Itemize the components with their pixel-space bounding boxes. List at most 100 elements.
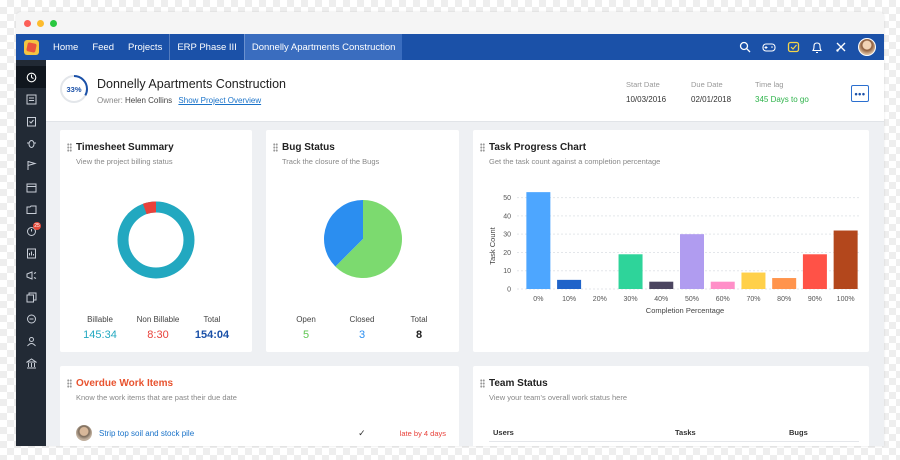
bar-100pct[interactable] [833, 230, 858, 289]
bugs-column-header[interactable]: Bugs [789, 428, 808, 437]
documents-icon[interactable] [16, 198, 46, 220]
x-tick-label: 20% [593, 296, 607, 303]
users-column-header[interactable]: Users [493, 428, 514, 437]
timesheet-total-value: 154:04 [194, 329, 230, 341]
bank-icon[interactable] [16, 352, 46, 374]
tasks-column-header[interactable]: Tasks [675, 428, 696, 437]
owner-name: Helen Collins [125, 96, 173, 105]
bar-60pct[interactable] [710, 281, 735, 289]
drag-handle-icon[interactable] [480, 143, 485, 152]
total-bugs-value: 8 [415, 329, 423, 341]
drag-handle-icon[interactable] [67, 143, 72, 152]
y-axis-label: Task Count [488, 226, 497, 264]
gamepad-icon[interactable] [762, 40, 776, 54]
bar-90pct[interactable] [802, 254, 827, 289]
search-icon[interactable] [738, 40, 752, 54]
bell-icon[interactable] [810, 40, 824, 54]
users-icon[interactable] [16, 330, 46, 352]
notification-badge: 25 [33, 222, 41, 230]
bar-50pct[interactable] [680, 234, 704, 289]
main-content: 33% Donnelly Apartments Construction Own… [46, 60, 884, 446]
x-tick-label: 10% [562, 296, 576, 303]
non-billable-value: 8:30 [147, 329, 169, 341]
bug-status-subtitle: Track the closure of the Bugs [282, 157, 380, 166]
due-date-label: Due Date [691, 80, 723, 89]
nav-projects[interactable]: Projects [121, 34, 169, 60]
overdue-subtitle: Know the work items that are past their … [76, 393, 237, 402]
nav-feed[interactable]: Feed [85, 34, 121, 60]
drag-handle-icon[interactable] [273, 143, 278, 152]
user-avatar[interactable] [858, 38, 876, 56]
calendar-icon[interactable] [16, 176, 46, 198]
project-header: 33% Donnelly Apartments Construction Own… [46, 60, 884, 122]
bar-40pct[interactable] [649, 281, 674, 289]
due-date: Due Date 02/01/2018 [691, 80, 731, 104]
closed-bugs-value: 3 [358, 329, 366, 341]
nav-tab-erp-phase-iii[interactable]: ERP Phase III [169, 34, 244, 60]
overdue-list-item[interactable]: Strip top soil and stock pile ✓ late by … [76, 422, 446, 444]
list-icon[interactable] [16, 88, 46, 110]
tasks-icon[interactable] [16, 110, 46, 132]
reports-icon[interactable] [16, 242, 46, 264]
dashboard-icon[interactable] [16, 66, 46, 88]
nav-home[interactable]: Home [46, 34, 85, 60]
bar-80pct[interactable] [772, 278, 797, 289]
timesheet-icon[interactable]: 25 [16, 220, 46, 242]
task-progress-bar-chart: 0 10 20 30 40 50 0% 10% 20% 30% 40% 50% 60% 70% 80% 90%… [488, 192, 861, 315]
y-tick-label: 20 [503, 250, 511, 257]
bug-status-title: Bug Status [282, 142, 335, 153]
start-date: Start Date 10/03/2016 [626, 80, 666, 104]
app-logo[interactable] [16, 34, 46, 60]
x-tick-label: 30% [624, 296, 638, 303]
left-sidebar: 25 [16, 60, 46, 446]
owner-label: Owner: [97, 96, 123, 105]
start-date-value: 10/03/2016 [626, 95, 667, 104]
open-bugs-value: 5 [302, 329, 310, 341]
drag-handle-icon[interactable] [67, 379, 72, 388]
bar-0pct[interactable] [526, 192, 551, 289]
chat-icon[interactable] [16, 308, 46, 330]
overdue-item-title[interactable]: Strip top soil and stock pile [99, 429, 194, 438]
y-tick-label: 10 [503, 268, 511, 275]
maximize-window-button[interactable] [50, 19, 57, 27]
billable-label: Billable [87, 315, 113, 324]
timesheet-summary-card: Timesheet Summary View the project billi… [60, 130, 252, 352]
y-tick-label: 40 [503, 213, 511, 220]
minimize-window-button[interactable] [37, 19, 44, 27]
chat-icon[interactable] [786, 40, 800, 54]
bug-status-pie-chart [324, 200, 402, 278]
team-status-card: Team Status View your team's overall wor… [473, 366, 869, 446]
closed-label: Closed [349, 315, 375, 324]
show-project-overview-link[interactable]: Show Project Overview [178, 96, 261, 105]
close-window-button[interactable] [24, 19, 31, 27]
top-navigation-bar: Home Feed Projects ERP Phase III Donnell… [16, 34, 884, 60]
milestone-icon[interactable] [16, 154, 46, 176]
drag-handle-icon[interactable] [480, 379, 485, 388]
bugs-total-label: Total [410, 315, 428, 324]
feed-icon[interactable] [16, 264, 46, 286]
time-lag-value: 345 Days to go [755, 95, 809, 104]
open-label: Open [296, 315, 316, 324]
more-options-button[interactable]: ••• [851, 85, 869, 102]
task-progress-subtitle: Get the task count against a completion … [489, 157, 661, 166]
x-tick-label: 80% [777, 296, 791, 303]
bar-10pct[interactable] [557, 279, 582, 289]
timesheet-donut-chart [117, 201, 195, 279]
bug-icon[interactable] [16, 132, 46, 154]
project-title: Donnelly Apartments Construction [97, 77, 286, 91]
y-tick-label: 30 [503, 232, 511, 239]
overdue-item-status: late by 4 days [399, 428, 446, 438]
bar-70pct[interactable] [741, 272, 766, 289]
pages-icon[interactable] [16, 286, 46, 308]
timesheet-subtitle: View the project billing status [76, 157, 173, 166]
overdue-work-items-card: Overdue Work Items Know the work items t… [60, 366, 459, 446]
time-lag: Time lag 345 Days to go [755, 80, 809, 104]
settings-icon[interactable] [834, 40, 848, 54]
bar-30pct[interactable] [618, 254, 643, 289]
assignee-avatar [76, 425, 92, 441]
x-tick-label: 50% [685, 296, 699, 303]
time-lag-label: Time lag [755, 80, 784, 89]
due-date-value: 02/01/2018 [691, 95, 732, 104]
x-axis-label: Completion Percentage [646, 306, 724, 315]
nav-tab-donnelly-apartments[interactable]: Donnelly Apartments Construction [243, 34, 403, 60]
